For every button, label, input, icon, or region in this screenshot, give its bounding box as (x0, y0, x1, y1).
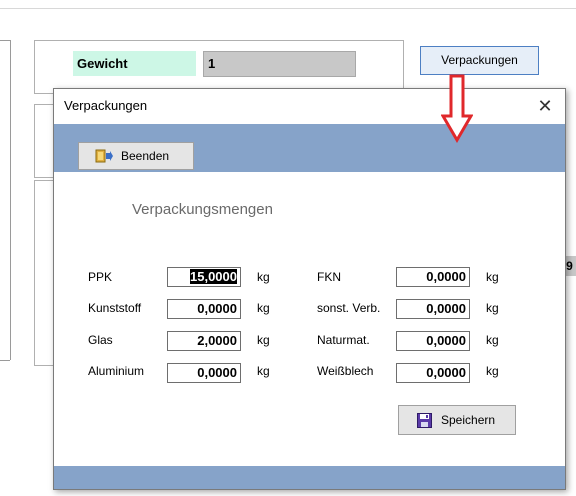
sonst-verb-unit: kg (486, 301, 499, 315)
ppk-label: PPK (88, 270, 113, 284)
left-frame-bottom-tick (0, 360, 10, 361)
fkn-label: FKN (317, 270, 341, 284)
kunststoff-unit: kg (257, 301, 270, 315)
speichern-button[interactable]: Speichern (398, 405, 516, 435)
top-divider (0, 8, 576, 9)
dialog-title: Verpackungen (54, 89, 565, 123)
glas-unit: kg (257, 333, 270, 347)
section-title: Verpackungsmengen (132, 201, 273, 218)
kunststoff-input[interactable]: 0,0000 (167, 299, 241, 319)
left-frame-top-tick (0, 40, 10, 41)
gewicht-field[interactable]: 1 (203, 51, 356, 77)
beenden-button[interactable]: Beenden (78, 142, 194, 170)
aluminium-unit: kg (257, 364, 270, 378)
ppk-value: 15,0000 (190, 269, 237, 284)
naturmat-input[interactable]: 0,0000 (396, 331, 470, 351)
sonst-verb-label: sonst. Verb. (317, 301, 381, 315)
dialog-footer (54, 466, 565, 489)
verpackungen-button[interactable]: Verpackungen (420, 46, 539, 75)
save-floppy-icon (417, 413, 432, 428)
aluminium-input[interactable]: 0,0000 (167, 363, 241, 383)
weissblech-label: Weißblech (317, 364, 374, 378)
weissblech-input[interactable]: 0,0000 (396, 363, 470, 383)
ppk-unit: kg (257, 270, 270, 284)
close-icon[interactable]: ✕ (530, 91, 560, 121)
left-frame-border (10, 40, 11, 360)
kunststoff-label: Kunststoff (88, 301, 142, 315)
exit-door-icon (95, 149, 113, 163)
verpackungen-dialog: Verpackungen ✕ Beenden Verpackungsmengen… (53, 88, 566, 490)
naturmat-unit: kg (486, 333, 499, 347)
fkn-input[interactable]: 0,0000 (396, 267, 470, 287)
sonst-verb-input[interactable]: 0,0000 (396, 299, 470, 319)
aluminium-label: Aluminium (88, 364, 145, 378)
glas-label: Glas (88, 333, 113, 347)
beenden-label: Beenden (121, 149, 170, 163)
speichern-label: Speichern (441, 413, 496, 427)
fkn-unit: kg (486, 270, 499, 284)
weissblech-unit: kg (486, 364, 499, 378)
glas-input[interactable]: 2,0000 (167, 331, 241, 351)
naturmat-label: Naturmat. (317, 333, 370, 347)
gewicht-label: Gewicht (73, 51, 196, 76)
red-down-arrow-icon (441, 74, 473, 143)
ppk-input[interactable]: 15,0000 (167, 267, 241, 287)
